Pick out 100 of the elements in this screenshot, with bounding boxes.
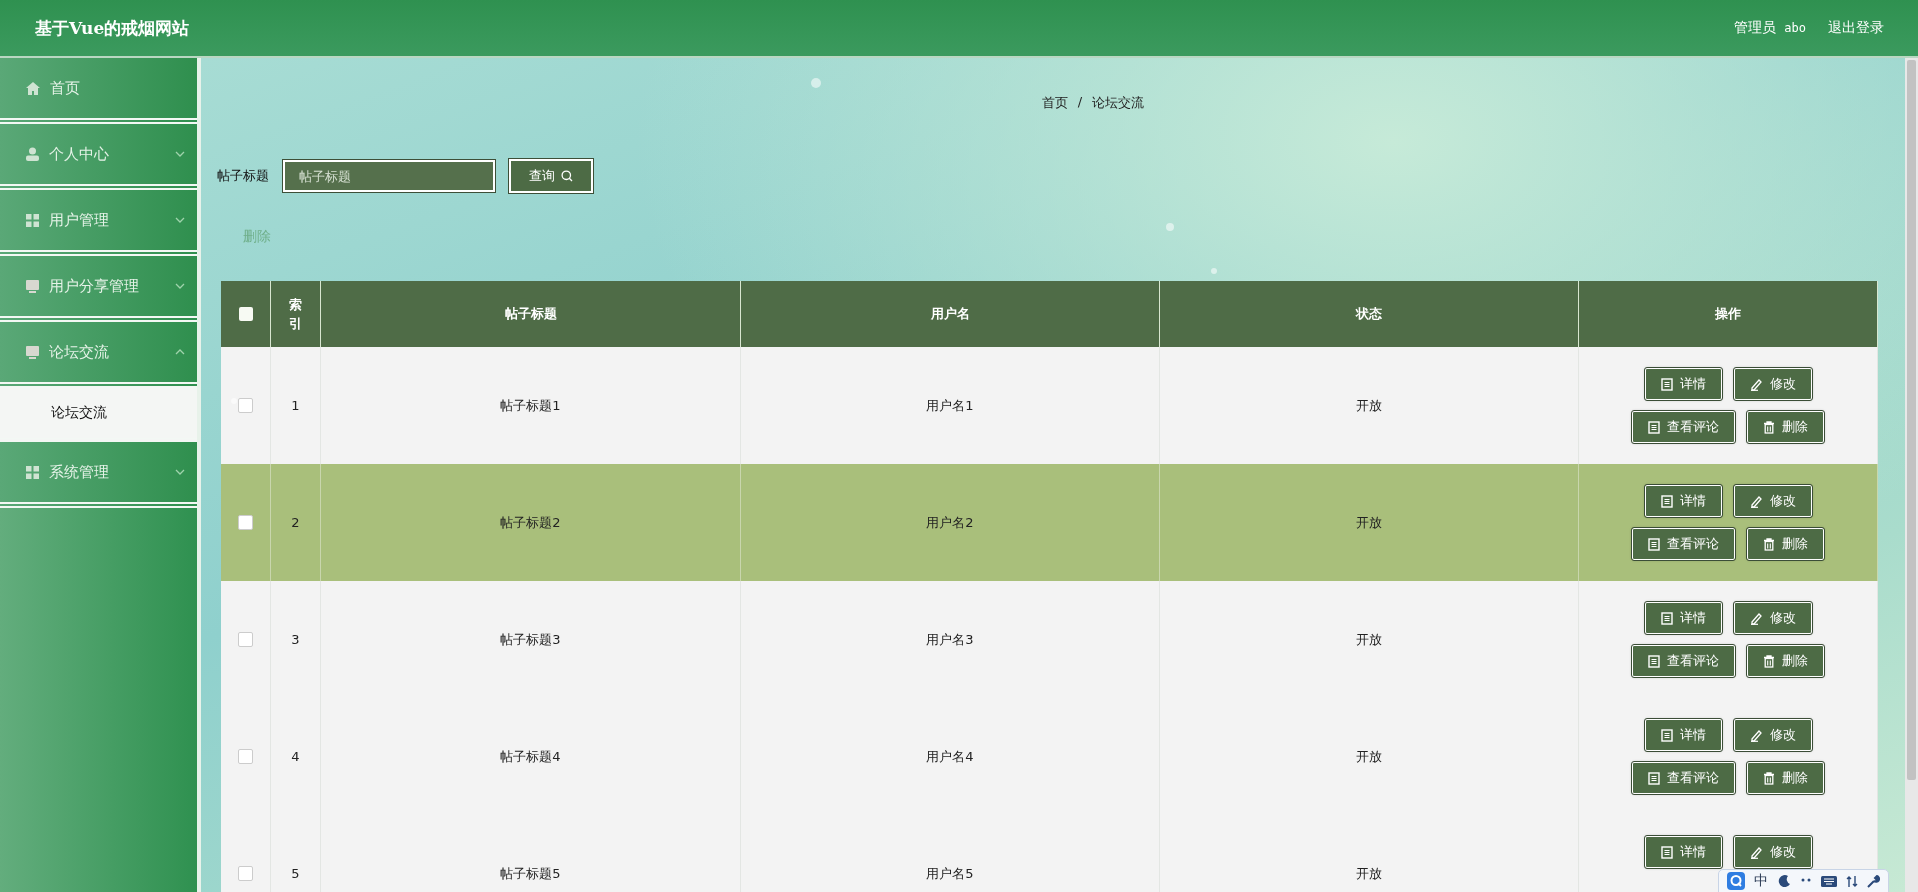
ime-logo-icon[interactable] [1727, 872, 1745, 890]
pencil-icon [1749, 845, 1763, 859]
action-button[interactable]: 修改 [1733, 485, 1812, 517]
table-cell: 3 [291, 632, 300, 647]
select-all-checkbox[interactable] [238, 307, 253, 321]
table-cell: 帖子标题1 [500, 396, 561, 415]
search-button[interactable]: 查询 [509, 159, 593, 193]
pencil-icon [1749, 494, 1763, 508]
sidebar-item[interactable]: 用户分享管理 [0, 256, 197, 322]
action-button[interactable]: 修改 [1733, 836, 1812, 868]
table-cell: 用户名4 [926, 747, 974, 766]
search-icon [561, 170, 573, 182]
sidebar-item[interactable]: 系统管理 [0, 442, 197, 508]
table-cell: 1 [291, 398, 300, 413]
table-cell: 帖子标题4 [500, 747, 561, 766]
monitor-icon [26, 279, 39, 293]
document-icon [1648, 537, 1660, 551]
logout-link[interactable]: 退出登录 [1828, 19, 1884, 37]
document-icon [1660, 377, 1673, 391]
arrows-icon[interactable] [1846, 874, 1858, 888]
document-icon [1648, 420, 1660, 434]
action-button[interactable]: 修改 [1733, 602, 1812, 634]
table-cell: 开放 [1356, 513, 1382, 532]
table-cell: 2 [291, 515, 300, 530]
pencil-icon [1749, 377, 1763, 391]
wrench-icon[interactable] [1867, 874, 1880, 888]
keyboard-icon[interactable] [1821, 875, 1837, 887]
pencil-icon [1749, 728, 1763, 742]
action-button[interactable]: 详情 [1644, 602, 1722, 634]
trash-icon [1763, 771, 1775, 785]
table-cell: 开放 [1356, 630, 1382, 649]
table-cell: 开放 [1356, 396, 1382, 415]
row-checkbox[interactable] [238, 866, 253, 881]
document-icon [1660, 494, 1673, 508]
sparkle-dot [1211, 268, 1217, 274]
action-button[interactable]: 修改 [1733, 719, 1812, 751]
user-role: 管理员 [1734, 19, 1777, 37]
trash-icon [1763, 420, 1775, 434]
breadcrumb-item[interactable]: 首页 [1041, 94, 1068, 124]
row-checkbox[interactable] [238, 515, 253, 530]
submenu-item[interactable]: 论坛交流 [0, 388, 197, 442]
document-icon [1660, 845, 1673, 859]
sparkle-dot [811, 78, 821, 88]
sidebar-item[interactable]: 用户管理 [0, 190, 197, 256]
table-cell: 用户名1 [926, 396, 974, 415]
action-button[interactable]: 删除 [1747, 528, 1824, 560]
site-title: 基于Vue的戒烟网站 [35, 16, 191, 40]
scrollbar-thumb[interactable] [1907, 60, 1916, 780]
column-header: 状态 [1356, 305, 1382, 323]
input-mode-toggle[interactable]: 中 [1754, 872, 1768, 890]
breadcrumb-separator: / [1077, 94, 1083, 111]
table-cell: 帖子标题5 [500, 864, 561, 883]
breadcrumb-item: 论坛交流 [1092, 94, 1145, 112]
action-button[interactable]: 查看评论 [1632, 528, 1735, 560]
column-header: 帖子标题 [504, 305, 557, 323]
action-button[interactable]: 删除 [1747, 411, 1824, 443]
table-cell: 用户名3 [926, 630, 974, 649]
moon-icon[interactable] [1777, 874, 1791, 888]
field-label: 帖子标题 [217, 167, 269, 185]
row-checkbox[interactable] [238, 749, 253, 764]
grid-icon [26, 213, 39, 227]
grid-icon [26, 465, 39, 479]
search-field[interactable]: 帖子标题 [283, 160, 495, 192]
trash-icon [1763, 537, 1775, 551]
pencil-icon [1749, 611, 1763, 625]
document-icon [1648, 654, 1660, 668]
action-button[interactable]: 查看评论 [1632, 411, 1735, 443]
table-row[interactable]: 4 帖子标题4 用户名4 开放 详情 修改 查看评论 删除 [221, 698, 1878, 815]
table-cell: 用户名5 [926, 864, 974, 883]
action-button[interactable]: 查看评论 [1632, 645, 1735, 677]
table-cell: 用户名2 [926, 513, 974, 532]
table-cell: 开放 [1356, 864, 1382, 883]
action-button[interactable]: 查看评论 [1632, 762, 1735, 794]
action-button[interactable]: 修改 [1733, 368, 1812, 400]
username: abo [1784, 21, 1806, 35]
action-button[interactable]: 详情 [1644, 836, 1722, 868]
column-header: 索引 [289, 295, 302, 333]
table-cell: 开放 [1356, 747, 1382, 766]
user-icon [26, 147, 39, 161]
table-row[interactable]: 3 帖子标题3 用户名3 开放 详情 修改 查看评论 删除 [221, 581, 1878, 698]
document-icon [1660, 611, 1673, 625]
action-button[interactable]: 删除 [1747, 645, 1824, 677]
column-header: 用户名 [930, 305, 970, 323]
action-button[interactable]: 删除 [1747, 762, 1824, 794]
document-icon [1660, 728, 1673, 742]
table-cell: 帖子标题3 [500, 630, 561, 649]
action-button[interactable]: 详情 [1644, 719, 1722, 751]
row-checkbox[interactable] [238, 398, 253, 413]
action-button[interactable]: 详情 [1644, 368, 1722, 400]
table-cell: 帖子标题2 [500, 513, 561, 532]
row-checkbox[interactable] [238, 632, 253, 647]
table-row[interactable]: 2 帖子标题2 用户名2 开放 详情 修改 查看评论 删除 [221, 464, 1878, 581]
table-cell: 5 [291, 866, 300, 881]
monitor-icon [26, 345, 39, 359]
table-row[interactable]: 1 帖子标题1 用户名1 开放 详情 修改 查看评论 删除 [221, 347, 1878, 464]
trash-icon [1763, 654, 1775, 668]
table-cell: 4 [291, 749, 300, 764]
document-icon [1648, 771, 1660, 785]
sparkle-dot [1166, 223, 1174, 231]
action-button[interactable]: 详情 [1644, 485, 1722, 517]
